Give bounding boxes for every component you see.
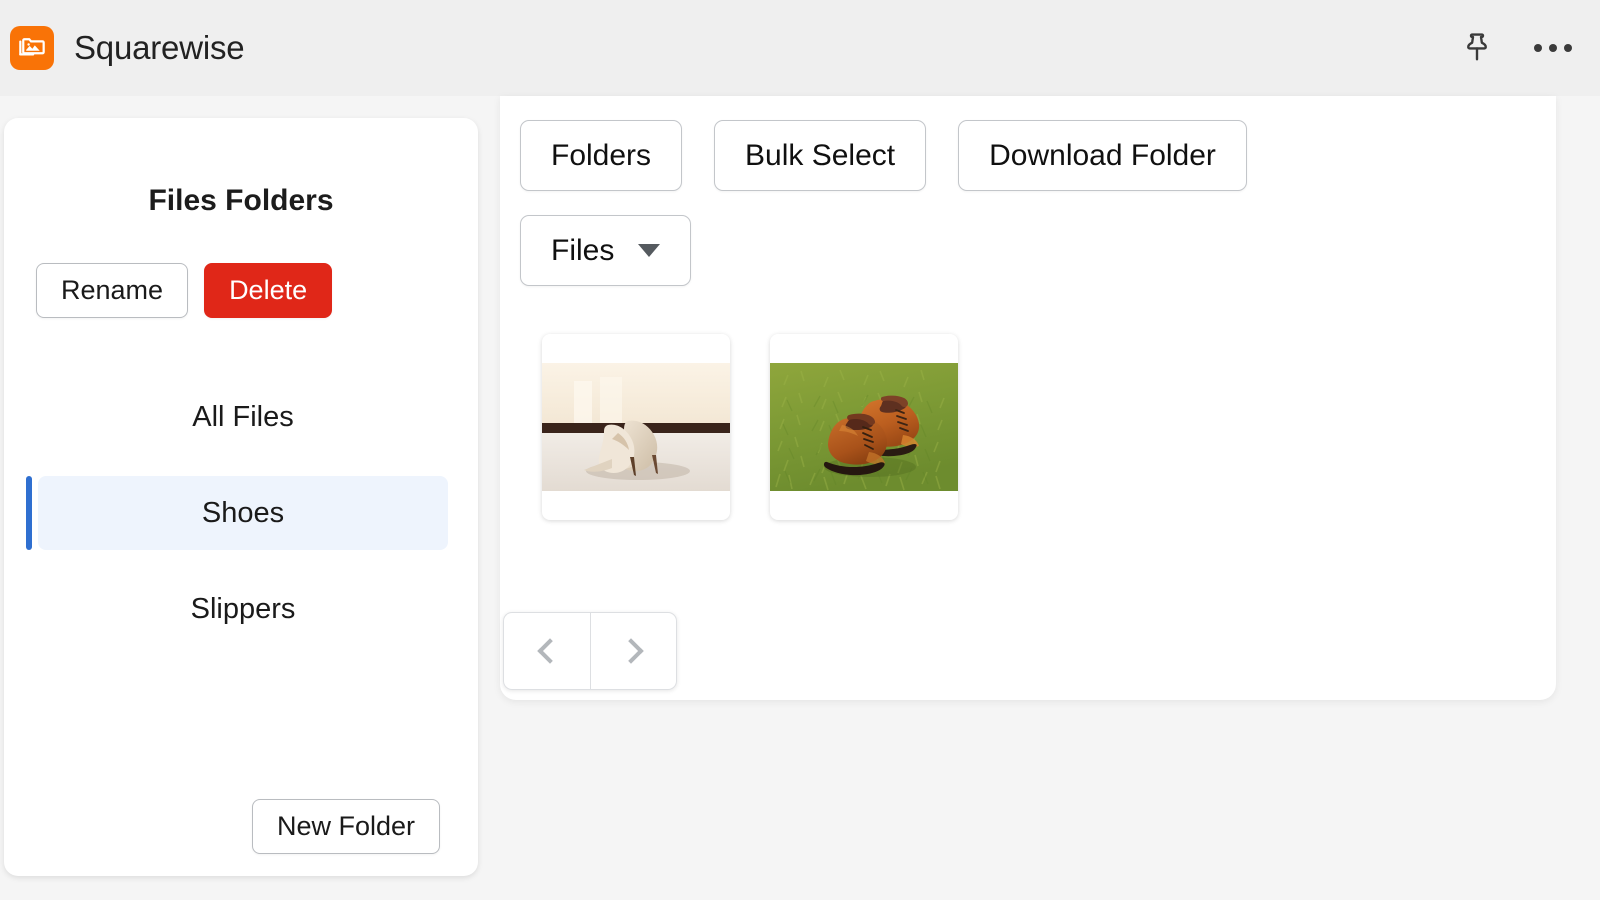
photo-folder-icon [10,26,54,70]
pagination [503,612,677,690]
more-options-dots [1534,44,1572,52]
sidebar-item-label: Shoes [201,496,285,529]
file-thumbnail-card[interactable] [542,334,730,520]
files-main-panel: Folders Bulk Select Download Folder File… [500,96,1556,700]
folders-sidebar: Files Folders Rename Delete All Files Sh… [4,118,478,876]
pagination-next-button[interactable] [590,612,677,690]
sidebar-item-shoes[interactable]: Shoes [26,476,448,551]
bulk-select-button[interactable]: Bulk Select [714,120,927,191]
rename-button[interactable]: Rename [36,263,189,319]
header-actions [1462,31,1572,65]
folder-actions: Rename Delete [36,263,478,319]
new-folder-button[interactable]: New Folder [251,798,440,854]
app-header: Squarewise [0,0,1600,96]
sidebar-item-slippers[interactable]: Slippers [38,572,448,646]
chevron-right-icon [618,638,644,664]
files-dropdown[interactable]: Files [520,215,692,286]
folders-button[interactable]: Folders [520,120,683,191]
heels-thumbnail-image [542,363,730,491]
toolbar-primary: Folders Bulk Select Download Folder [520,120,1556,191]
chevron-down-icon [638,244,661,257]
brand: Squarewise [10,26,245,70]
sidebar-item-all-files[interactable]: All Files [38,380,448,454]
files-dropdown-label: Files [551,234,615,267]
delete-button[interactable]: Delete [204,263,333,319]
sidebar-footer: New Folder [4,798,478,854]
sidebar-title: Files Folders [148,184,334,217]
pushpin-icon[interactable] [1462,31,1492,65]
download-folder-button[interactable]: Download Folder [958,120,1247,191]
more-options-icon[interactable] [1534,44,1572,52]
sidebar-item-label: All Files [192,400,294,433]
app-title: Squarewise [74,29,245,66]
oxford-shoes-thumbnail-image [770,363,958,491]
sidebar-item-label: Slippers [190,592,296,625]
file-thumbnail-card[interactable] [770,334,958,520]
toolbar-secondary: Files [520,215,1556,286]
folder-list: All Files Shoes Slippers [4,380,478,646]
chevron-left-icon [536,638,563,664]
file-thumbnail-grid [520,334,1556,520]
pagination-prev-button[interactable] [503,612,590,690]
